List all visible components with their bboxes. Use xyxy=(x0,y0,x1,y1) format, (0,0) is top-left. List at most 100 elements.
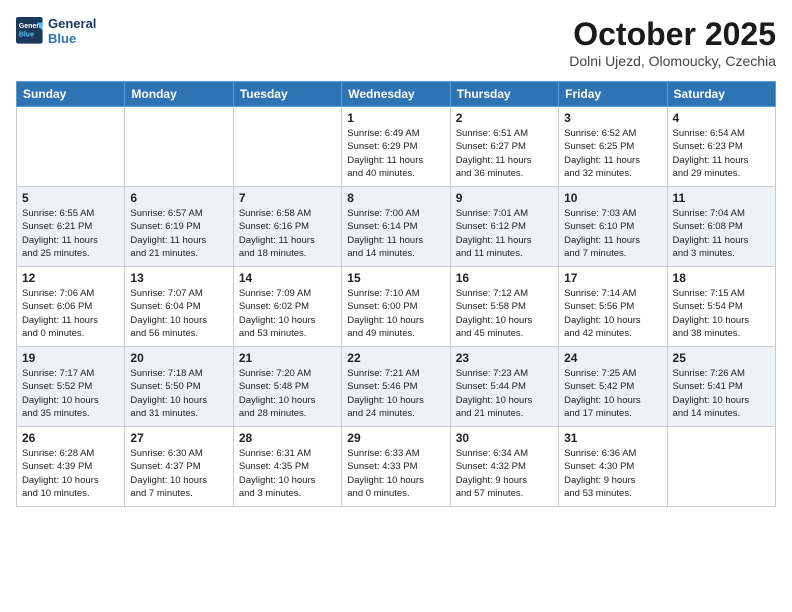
day-number: 17 xyxy=(564,271,661,285)
calendar-cell: 8Sunrise: 7:00 AM Sunset: 6:14 PM Daylig… xyxy=(342,187,450,267)
day-number: 8 xyxy=(347,191,444,205)
day-number: 26 xyxy=(22,431,119,445)
day-number: 28 xyxy=(239,431,336,445)
day-number: 1 xyxy=(347,111,444,125)
calendar-cell: 20 Sunrise: 7:18 AM Sunset: 5:50 PM Dayli… xyxy=(125,347,233,427)
calendar-cell: 31Sunrise: 6:36 AM Sunset: 4:30 PM Dayli… xyxy=(559,427,667,507)
day-number: 5 xyxy=(22,191,119,205)
calendar-cell: 5 Sunrise: 6:55 AM Sunset: 6:21 PM Daylig… xyxy=(17,187,125,267)
calendar-cell: 26 Sunrise: 6:28 AM Sunset: 4:39 PM Dayli… xyxy=(17,427,125,507)
day-number: 13 xyxy=(130,271,227,285)
calendar-cell: 1 Sunrise: 6:49 AM Sunset: 6:29 PM Daylig… xyxy=(342,107,450,187)
day-number: 14 xyxy=(239,271,336,285)
day-info: Sunrise: 7:25 AM Sunset: 5:42 PM Dayligh… xyxy=(564,367,661,420)
logo-icon: General Blue xyxy=(16,17,44,45)
calendar-cell xyxy=(17,107,125,187)
day-info: Sunrise: 7:18 AM Sunset: 5:50 PM Dayligh… xyxy=(130,367,227,420)
calendar-cell: 24 Sunrise: 7:25 AM Sunset: 5:42 PM Dayli… xyxy=(559,347,667,427)
calendar-table: SundayMondayTuesdayWednesdayThursdayFrid… xyxy=(16,81,776,507)
day-info: Sunrise: 7:07 AM Sunset: 6:04 PM Dayligh… xyxy=(130,287,227,340)
header-thursday: Thursday xyxy=(450,82,558,107)
header-saturday: Saturday xyxy=(667,82,775,107)
calendar-cell: 23Sunrise: 7:23 AM Sunset: 5:44 PM Dayli… xyxy=(450,347,558,427)
day-number: 11 xyxy=(673,191,770,205)
day-number: 10 xyxy=(564,191,661,205)
day-number: 4 xyxy=(673,111,770,125)
calendar-cell: 2Sunrise: 6:51 AM Sunset: 6:27 PM Daylig… xyxy=(450,107,558,187)
day-number: 24 xyxy=(564,351,661,365)
day-info: Sunrise: 7:21 AM Sunset: 5:46 PM Dayligh… xyxy=(347,367,444,420)
day-number: 15 xyxy=(347,271,444,285)
day-info: Sunrise: 6:52 AM Sunset: 6:25 PM Dayligh… xyxy=(564,127,661,180)
day-info: Sunrise: 6:58 AM Sunset: 6:16 PM Dayligh… xyxy=(239,207,336,260)
day-info: Sunrise: 7:04 AM Sunset: 6:08 PM Dayligh… xyxy=(673,207,770,260)
day-info: Sunrise: 7:03 AM Sunset: 6:10 PM Dayligh… xyxy=(564,207,661,260)
day-info: Sunrise: 7:17 AM Sunset: 5:52 PM Dayligh… xyxy=(22,367,119,420)
calendar-cell: 15 Sunrise: 7:10 AM Sunset: 6:00 PM Dayli… xyxy=(342,267,450,347)
day-info: Sunrise: 7:09 AM Sunset: 6:02 PM Dayligh… xyxy=(239,287,336,340)
day-info: Sunrise: 6:33 AM Sunset: 4:33 PM Dayligh… xyxy=(347,447,444,500)
day-number: 18 xyxy=(673,271,770,285)
day-info: Sunrise: 6:55 AM Sunset: 6:21 PM Dayligh… xyxy=(22,207,119,260)
day-number: 7 xyxy=(239,191,336,205)
day-info: Sunrise: 6:51 AM Sunset: 6:27 PM Dayligh… xyxy=(456,127,553,180)
calendar-cell: 6Sunrise: 6:57 AM Sunset: 6:19 PM Daylig… xyxy=(125,187,233,267)
calendar-cell: 14 Sunrise: 7:09 AM Sunset: 6:02 PM Dayli… xyxy=(233,267,341,347)
day-info: Sunrise: 7:12 AM Sunset: 5:58 PM Dayligh… xyxy=(456,287,553,340)
day-info: Sunrise: 7:01 AM Sunset: 6:12 PM Dayligh… xyxy=(456,207,553,260)
calendar-week-3: 12 Sunrise: 7:06 AM Sunset: 6:06 PM Dayli… xyxy=(17,267,776,347)
month-title: October 2025 xyxy=(569,16,776,53)
day-number: 22 xyxy=(347,351,444,365)
day-info: Sunrise: 6:57 AM Sunset: 6:19 PM Dayligh… xyxy=(130,207,227,260)
day-number: 19 xyxy=(22,351,119,365)
logo-line1: General xyxy=(48,16,96,31)
page-header: General Blue General Blue October 2025 D… xyxy=(16,16,776,69)
calendar-week-5: 26 Sunrise: 6:28 AM Sunset: 4:39 PM Dayli… xyxy=(17,427,776,507)
day-info: Sunrise: 7:26 AM Sunset: 5:41 PM Dayligh… xyxy=(673,367,770,420)
day-number: 12 xyxy=(22,271,119,285)
calendar-cell xyxy=(233,107,341,187)
day-number: 16 xyxy=(456,271,553,285)
calendar-week-2: 5 Sunrise: 6:55 AM Sunset: 6:21 PM Daylig… xyxy=(17,187,776,267)
day-info: Sunrise: 6:28 AM Sunset: 4:39 PM Dayligh… xyxy=(22,447,119,500)
calendar-cell: 11 Sunrise: 7:04 AM Sunset: 6:08 PM Dayli… xyxy=(667,187,775,267)
day-number: 3 xyxy=(564,111,661,125)
day-number: 9 xyxy=(456,191,553,205)
day-info: Sunrise: 7:10 AM Sunset: 6:00 PM Dayligh… xyxy=(347,287,444,340)
calendar-cell: 12 Sunrise: 7:06 AM Sunset: 6:06 PM Dayli… xyxy=(17,267,125,347)
calendar-cell xyxy=(125,107,233,187)
header-tuesday: Tuesday xyxy=(233,82,341,107)
calendar-cell: 19 Sunrise: 7:17 AM Sunset: 5:52 PM Dayli… xyxy=(17,347,125,427)
calendar-cell: 3 Sunrise: 6:52 AM Sunset: 6:25 PM Daylig… xyxy=(559,107,667,187)
day-info: Sunrise: 6:30 AM Sunset: 4:37 PM Dayligh… xyxy=(130,447,227,500)
day-number: 20 xyxy=(130,351,227,365)
day-info: Sunrise: 7:15 AM Sunset: 5:54 PM Dayligh… xyxy=(673,287,770,340)
calendar-cell: 28 Sunrise: 6:31 AM Sunset: 4:35 PM Dayli… xyxy=(233,427,341,507)
day-number: 23 xyxy=(456,351,553,365)
calendar-cell: 18 Sunrise: 7:15 AM Sunset: 5:54 PM Dayli… xyxy=(667,267,775,347)
calendar-cell xyxy=(667,427,775,507)
header-sunday: Sunday xyxy=(17,82,125,107)
day-number: 29 xyxy=(347,431,444,445)
calendar-week-4: 19 Sunrise: 7:17 AM Sunset: 5:52 PM Dayli… xyxy=(17,347,776,427)
title-section: October 2025 Dolni Ujezd, Olomoucky, Cze… xyxy=(569,16,776,69)
day-info: Sunrise: 6:31 AM Sunset: 4:35 PM Dayligh… xyxy=(239,447,336,500)
calendar-cell: 4 Sunrise: 6:54 AM Sunset: 6:23 PM Daylig… xyxy=(667,107,775,187)
calendar-cell: 29 Sunrise: 6:33 AM Sunset: 4:33 PM Dayli… xyxy=(342,427,450,507)
calendar-cell: 27 Sunrise: 6:30 AM Sunset: 4:37 PM Dayli… xyxy=(125,427,233,507)
calendar-cell: 10 Sunrise: 7:03 AM Sunset: 6:10 PM Dayli… xyxy=(559,187,667,267)
calendar-cell: 25Sunrise: 7:26 AM Sunset: 5:41 PM Dayli… xyxy=(667,347,775,427)
calendar-cell: 17Sunrise: 7:14 AM Sunset: 5:56 PM Dayli… xyxy=(559,267,667,347)
calendar-header-row: SundayMondayTuesdayWednesdayThursdayFrid… xyxy=(17,82,776,107)
day-info: Sunrise: 6:49 AM Sunset: 6:29 PM Dayligh… xyxy=(347,127,444,180)
day-number: 31 xyxy=(564,431,661,445)
day-info: Sunrise: 7:06 AM Sunset: 6:06 PM Dayligh… xyxy=(22,287,119,340)
day-number: 27 xyxy=(130,431,227,445)
day-number: 21 xyxy=(239,351,336,365)
day-number: 30 xyxy=(456,431,553,445)
calendar-cell: 21Sunrise: 7:20 AM Sunset: 5:48 PM Dayli… xyxy=(233,347,341,427)
calendar-cell: 13 Sunrise: 7:07 AM Sunset: 6:04 PM Dayli… xyxy=(125,267,233,347)
calendar-cell: 16 Sunrise: 7:12 AM Sunset: 5:58 PM Dayli… xyxy=(450,267,558,347)
header-friday: Friday xyxy=(559,82,667,107)
day-info: Sunrise: 6:54 AM Sunset: 6:23 PM Dayligh… xyxy=(673,127,770,180)
